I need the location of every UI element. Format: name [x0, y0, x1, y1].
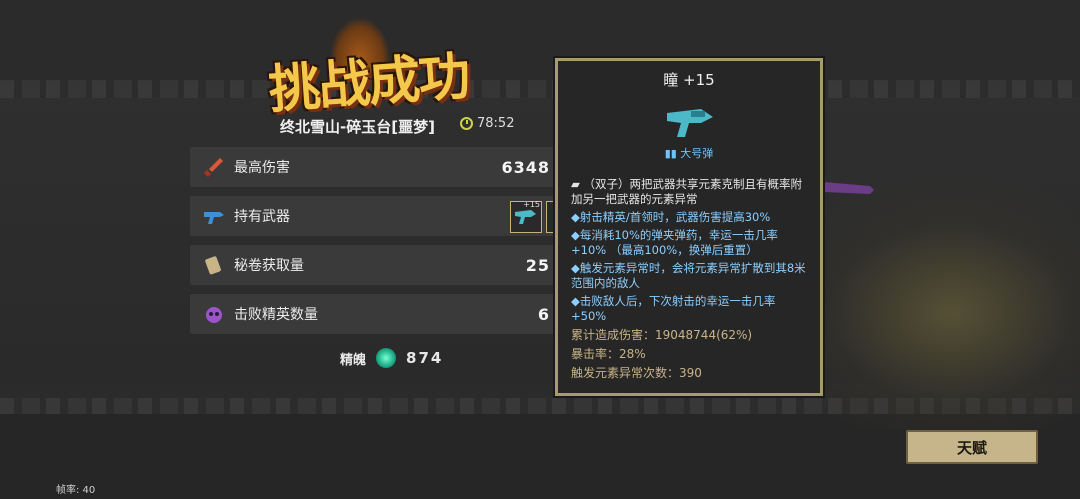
- soul-gem-icon: [376, 348, 397, 368]
- decor-stripe-top: [0, 80, 1080, 98]
- gun-icon: [204, 212, 224, 224]
- scroll-icon: [205, 256, 221, 275]
- tooltip-description: ▰ （双子）两把武器共享元素克制且有概率附加另一把武器的元素异常 ◆射击精英/首…: [571, 177, 806, 383]
- clear-time-value: 78:52: [477, 116, 515, 131]
- fps-counter: 帧率: 40: [56, 485, 96, 496]
- tooltip-bullet: ◆每消耗10%的弹夹弹药，幸运一击几率+10% （最高100%，换弹后重置）: [571, 228, 778, 257]
- tooltip-bullet: ◆击败敌人后，下次射击的幸运一击几率+50%: [571, 294, 776, 323]
- stat-row-scrolls: 秘卷获取量 25: [190, 245, 570, 285]
- soul-reward: 精魄 874: [340, 348, 443, 368]
- bullet-icon: ▮▮: [664, 147, 677, 160]
- soul-label: 精魄: [340, 352, 367, 368]
- stat-row-elites: 击败精英数量 6: [190, 294, 570, 334]
- sword-damage-icon: [204, 158, 223, 177]
- level-name: 终北雪山-碎玉台[噩梦]: [280, 118, 435, 136]
- weapon-tooltip: 瞳 +15 ▮▮ 大号弹 ▰ （双子）两把武器共享元素克制且有概率附加另一把武器…: [555, 58, 823, 396]
- tooltip-stat: 累计造成伤害：19048744(62%): [571, 328, 753, 342]
- tooltip-bullet: ◆触发元素异常时，会将元素异常扩散到其8米范围内的敌人: [571, 261, 806, 290]
- talent-button[interactable]: 天赋: [906, 430, 1038, 464]
- tooltip-stat: 触发元素异常次数：390: [571, 366, 702, 380]
- stat-value: 6348: [501, 157, 550, 177]
- gun-small-icon: ▰: [571, 177, 580, 191]
- tooltip-desc: ▰ （双子）两把武器共享元素克制且有概率附加另一把武器的元素异常: [571, 177, 806, 207]
- soul-value: 874: [406, 349, 444, 367]
- clear-time: 78:52: [460, 116, 514, 131]
- stat-value: 25: [525, 255, 550, 275]
- stat-label: 秘卷获取量: [234, 258, 304, 274]
- stat-label: 持有武器: [234, 209, 290, 225]
- tooltip-gun-icon: [667, 109, 713, 137]
- clock-icon: [460, 117, 473, 130]
- tooltip-title: 瞳 +15: [663, 71, 715, 89]
- tooltip-bullet: ◆射击精英/首领时，武器伤害提高30%: [571, 210, 771, 224]
- weapon-slot[interactable]: +15: [510, 200, 542, 233]
- ammo-label: 大号弹: [680, 147, 714, 160]
- ammo-type: ▮▮ 大号弹: [558, 145, 820, 161]
- purple-skull-icon: [206, 307, 222, 323]
- tooltip-stat: 暴击率：28%: [571, 347, 646, 361]
- stat-value: 6: [537, 304, 550, 324]
- stat-label: 最高伤害: [234, 160, 290, 176]
- weapon-level: +15: [523, 200, 540, 209]
- stat-label: 击败精英数量: [234, 307, 318, 323]
- challenge-success-title: 挑战成功: [266, 46, 471, 121]
- stat-row-weapons: 持有武器 +15: [190, 196, 570, 236]
- stat-row-max-damage: 最高伤害 6348: [190, 147, 570, 187]
- tooltip-desc-text: （双子）两把武器共享元素克制且有概率附加另一把武器的元素异常: [571, 177, 803, 206]
